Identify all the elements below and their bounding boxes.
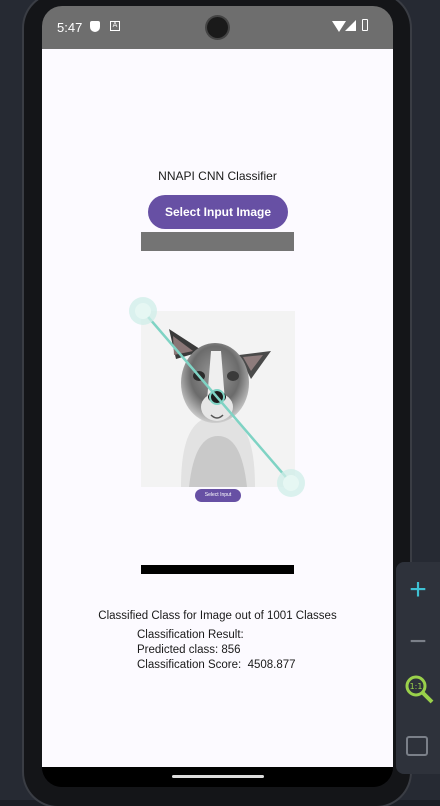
touch-point-1-inner (135, 303, 151, 319)
zoom-out-icon[interactable]: − (396, 622, 440, 662)
gesture-line (142, 310, 292, 484)
pinch-gesture-overlay (129, 297, 305, 497)
emulator-side-panel: + − 1:1 (396, 562, 440, 774)
fit-screen-icon[interactable] (406, 736, 428, 756)
zoom-in-icon[interactable]: + (396, 570, 440, 610)
svg-text:1:1: 1:1 (410, 682, 423, 691)
zoom-1to1-icon[interactable]: 1:1 (404, 674, 434, 709)
magnifier-icon: 1:1 (405, 675, 434, 704)
touch-point-2-inner (283, 475, 299, 491)
